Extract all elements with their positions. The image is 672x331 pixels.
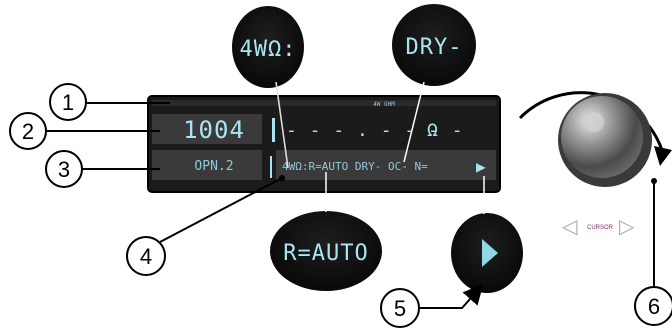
zoom-bubble-mode: 4WΩ: [232,6,304,88]
rotary-knob[interactable] [518,91,672,187]
top-mode-label: 4W OHM [373,101,395,108]
zoom-bubble-next[interactable] [451,213,523,293]
callout-5-label: 5 [394,296,406,321]
zoom-range-text: R=AUTO [283,241,368,266]
knob-caption-group: ◁ CURSOR ▷ [561,214,635,238]
callout-6-label: 6 [648,294,660,319]
callout-1-label: 1 [62,90,74,115]
callout-4-label: 4 [140,244,152,269]
callout-6: 6 [634,178,672,326]
row2-cursor [270,156,272,178]
zoom-dry-text: DRY- [406,35,463,60]
callout-5: 5 [380,284,484,328]
callout-3: 3 [45,150,160,188]
knob-caption: CURSOR [587,225,614,231]
zoom-bubble-range: R=AUTO [270,211,382,291]
knob-body [561,96,643,178]
zoom-bubble-dry: DRY- [392,4,476,86]
callout-3-label: 3 [58,157,70,182]
row1-cursor [272,118,275,142]
row2-next-arrow[interactable]: ▶ [476,157,487,176]
row2-label: OPN.2 [194,159,233,174]
display-panel: 4W OHM 1004 - - - . - - - - Ω OPN.2 4WΩ:… [147,95,501,193]
diagram-canvas: 4W OHM 1004 - - - . - - - - Ω OPN.2 4WΩ:… [9,4,672,328]
callout-2: 2 [9,112,160,150]
row1-value: 1004 [183,116,245,144]
row2-status: 4WΩ:R=AUTO DRY- OC- N= [282,160,428,173]
callout-2-label: 2 [22,119,34,144]
left-arrow-icon[interactable]: ◁ [561,214,578,238]
row1-unit: Ω [427,120,439,141]
right-arrow-icon[interactable]: ▷ [619,214,635,238]
zoom-mode-text: 4WΩ: [240,37,297,62]
